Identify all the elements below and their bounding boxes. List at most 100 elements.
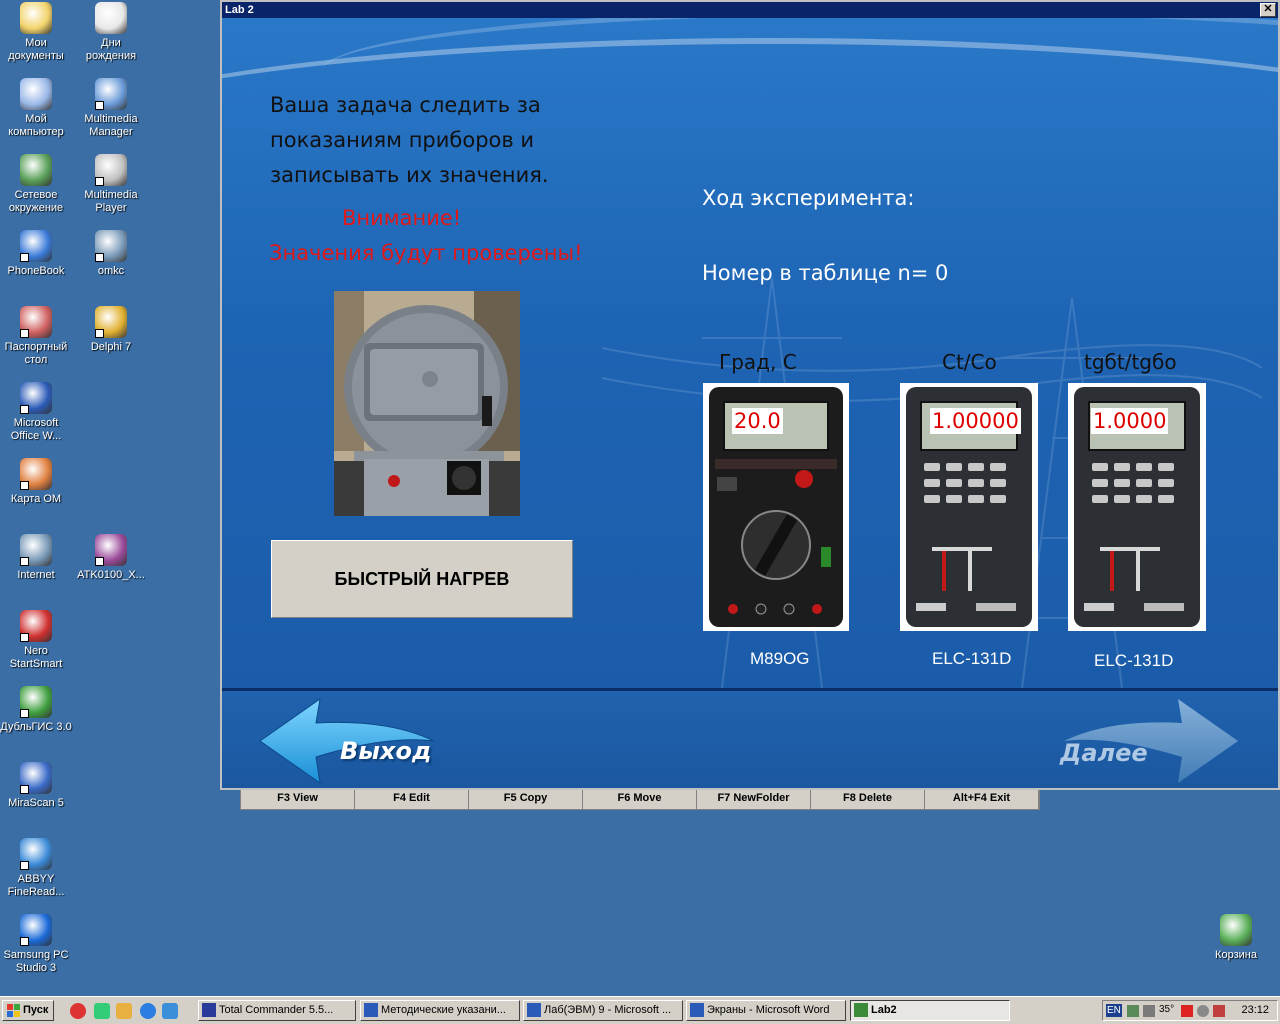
temperature-indicator[interactable]: 35° — [1159, 1004, 1174, 1015]
f8-delete-button[interactable]: F8 Delete — [811, 789, 925, 809]
meter-2-caption: Ct/Co — [942, 350, 997, 374]
desktop-icon-label: ATK0100_X... — [77, 569, 145, 581]
desktop-icon[interactable]: Паспортный стол — [0, 306, 72, 367]
desktop-icon[interactable]: Дни рождения — [75, 2, 147, 63]
fast-heat-button[interactable]: БЫСТРЫЙ НАГРЕВ — [271, 540, 573, 618]
opera-icon[interactable] — [70, 1003, 86, 1019]
desktop-icon[interactable]: Microsoft Office W... — [0, 382, 72, 443]
lab2-window: Lab 2 ✕ Ваша задача следить за показания… — [220, 0, 1280, 790]
navigation-panel: Выход Далее — [222, 691, 1278, 788]
language-indicator[interactable]: EN — [1106, 1004, 1122, 1017]
meter-2-model: ELC-131D — [932, 649, 1012, 668]
f3-view-button[interactable]: F3 View — [241, 789, 355, 809]
task-label: Методические указани... — [381, 1004, 506, 1016]
desktop-icon-label: Multimedia Player — [84, 189, 138, 214]
tray-icon[interactable] — [1127, 1005, 1139, 1017]
tray-icon[interactable] — [1213, 1005, 1225, 1017]
meter-terminals — [916, 547, 1016, 611]
desktop-icon[interactable]: Delphi 7 — [75, 306, 147, 354]
desktop-icon[interactable]: ATK0100_X... — [75, 534, 147, 582]
task-word-screens[interactable]: Экраны - Microsoft Word — [686, 1000, 846, 1021]
task-label: Экраны - Microsoft Word — [707, 1004, 830, 1016]
desktop-icon[interactable]: Корзина — [1200, 914, 1272, 962]
desktop-icon[interactable]: ДубльГИС 3.0 — [0, 686, 72, 734]
word-icon — [690, 1003, 704, 1017]
f5-copy-button[interactable]: F5 Copy — [469, 789, 583, 809]
multimedia-manager-icon — [95, 78, 127, 110]
task-label: Лаб(ЭВМ) 9 - Microsoft ... — [544, 1004, 672, 1016]
alt-f4-exit-button[interactable]: Alt+F4 Exit — [925, 789, 1039, 809]
exit-button[interactable]: Выход — [258, 695, 438, 788]
desktop-icon[interactable]: Multimedia Manager — [75, 78, 147, 139]
internet-explorer-icon[interactable] — [140, 1003, 156, 1019]
desktop-icon-label: Nero StartSmart — [9, 645, 63, 670]
task-lab2[interactable]: Lab2 — [850, 1000, 1010, 1021]
next-label: Далее — [1060, 739, 1148, 767]
archive-icon — [95, 534, 127, 566]
desktop-icon[interactable]: Internet — [0, 534, 72, 582]
desktop-icon[interactable]: PhoneBook — [0, 230, 72, 278]
temperature-meter: 20.0 — [703, 383, 849, 631]
tg-meter: 1.0000 — [1068, 383, 1206, 631]
desktop-icon[interactable]: ABBYY FineRead... — [0, 838, 72, 899]
oven-photo — [334, 291, 520, 516]
table-number: Номер в таблице n= 0 — [702, 261, 949, 285]
desktop-icon[interactable]: omkc — [75, 230, 147, 278]
tray-icon[interactable] — [1143, 1005, 1155, 1017]
folder-documents-icon — [20, 2, 52, 34]
task-total-commander[interactable]: Total Commander 5.5... — [198, 1000, 356, 1021]
next-button[interactable]: Далее — [1060, 695, 1240, 788]
meter-3-caption: tgбt/tgбo — [1084, 350, 1177, 374]
desktop-icon-label: Карта ОМ — [10, 493, 62, 505]
computer-icon — [20, 78, 52, 110]
task-word-methodical[interactable]: Методические указани... — [360, 1000, 520, 1021]
desktop-icon-label: Мои документы — [8, 37, 64, 62]
desktop-icon[interactable]: Карта ОМ — [0, 458, 72, 506]
word-icon — [20, 382, 52, 414]
desktop-icon[interactable]: MiraScan 5 — [0, 762, 72, 810]
windows-logo-icon — [7, 1004, 20, 1017]
total-commander-icon — [202, 1003, 216, 1017]
task-label: Total Commander 5.5... — [219, 1004, 334, 1016]
meter-1-model: M89OG — [750, 649, 810, 668]
task-word-lab[interactable]: Лаб(ЭВМ) 9 - Microsoft ... — [523, 1000, 683, 1021]
desktop-icon-label: Delphi 7 — [90, 341, 132, 353]
desktop-icon[interactable]: Мой компьютер — [0, 78, 72, 139]
nero-icon — [20, 610, 52, 642]
desktop-icon[interactable]: Multimedia Player — [75, 154, 147, 215]
window-title-bar[interactable]: Lab 2 ✕ — [222, 2, 1278, 18]
desktop-icon[interactable]: Nero StartSmart — [0, 610, 72, 671]
instruction-line-2: показаниям приборов и — [270, 128, 535, 152]
meter-1-caption: Град, С — [719, 350, 797, 374]
tray-icon[interactable] — [1197, 1005, 1209, 1017]
total-commander-function-bar: F3 View F4 Edit F5 Copy F6 Move F7 NewFo… — [240, 788, 1040, 810]
desktop-icon[interactable]: Samsung PC Studio 3 — [0, 914, 72, 975]
start-button[interactable]: Пуск — [2, 1000, 54, 1021]
close-button[interactable]: ✕ — [1260, 3, 1276, 17]
quicklaunch-icon[interactable] — [94, 1003, 110, 1019]
f4-edit-button[interactable]: F4 Edit — [355, 789, 469, 809]
samsung-icon — [20, 914, 52, 946]
document-icon — [20, 306, 52, 338]
abbyy-icon — [20, 838, 52, 870]
lab-content: Ваша задача следить за показаниям прибор… — [222, 18, 1278, 788]
f7-newfolder-button[interactable]: F7 NewFolder — [697, 789, 811, 809]
desktop-icon[interactable]: Мои документы — [0, 2, 72, 63]
quicklaunch-icon[interactable] — [116, 1003, 132, 1019]
desktop-icon-label: omkc — [97, 265, 125, 277]
delphi-icon — [95, 306, 127, 338]
desktop-icon-label: Корзина — [1215, 949, 1257, 961]
dublgis-icon — [20, 686, 52, 718]
f6-move-button[interactable]: F6 Move — [583, 789, 697, 809]
quicklaunch-icon[interactable] — [162, 1003, 178, 1019]
network-computer-icon — [95, 230, 127, 262]
word-icon — [364, 1003, 378, 1017]
desktop-icon-label: ДубльГИС 3.0 — [0, 721, 72, 733]
ct-co-readout: 1.00000 — [930, 408, 1021, 434]
clock[interactable]: 23:12 — [1241, 1004, 1269, 1016]
desktop-icon[interactable]: Сетевое окружение — [0, 154, 72, 215]
exit-label: Выход — [340, 737, 432, 765]
recycle-bin-icon — [1220, 914, 1252, 946]
network-icon — [20, 154, 52, 186]
kaspersky-icon[interactable] — [1181, 1005, 1193, 1017]
